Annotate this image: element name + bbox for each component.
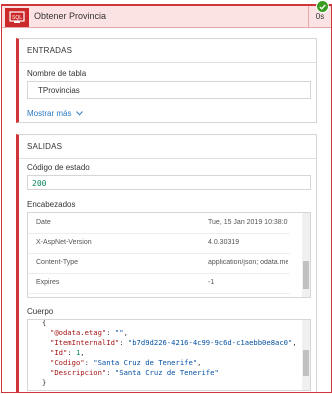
success-check-icon <box>316 0 329 13</box>
status-code-field: 200 <box>27 175 311 190</box>
code-line: { <box>42 320 47 327</box>
action-title: Obtener Provincia <box>34 11 107 21</box>
action-card: SQL Obtener Provincia 0s ENTRADAS Nombre… <box>1 4 332 393</box>
header-key: Date <box>36 219 51 226</box>
code-line: "Id": 1, <box>50 348 85 357</box>
header-value: application/json; odata.met... <box>208 259 288 266</box>
outputs-section-title: SALIDAS <box>19 135 316 159</box>
header-key: Expires <box>36 279 60 286</box>
code-line: "@odata.etag": "", <box>50 328 128 337</box>
table-row: Content-Type application/json; odata.met… <box>28 253 290 274</box>
body-label: Cuerpo <box>27 307 54 316</box>
table-name-value: TProvincias <box>38 86 80 95</box>
code-line: "Codigo": "Santa Cruz de Tenerife", <box>50 358 202 367</box>
table-row: Expires -1 <box>28 273 290 294</box>
body-code-block: { "@odata.etag": "", "ItemInternalId": "… <box>27 319 311 391</box>
code-line: "ItemInternalId": "b7d9d226-4216-4c99-9c… <box>50 338 297 347</box>
show-more-label: Mostrar más <box>27 109 72 118</box>
headers-scrollbar[interactable] <box>302 213 310 297</box>
action-header[interactable]: SQL Obtener Provincia 0s <box>2 4 331 28</box>
header-key: X-AspNet-Version <box>36 239 92 246</box>
outputs-section: SALIDAS Código de estado 200 Encabezados… <box>16 134 317 392</box>
headers-table: Date Tue, 15 Jan 2019 10:38:07 G... X-As… <box>27 212 311 298</box>
status-code-value: 200 <box>32 179 47 188</box>
chevron-down-icon <box>75 111 83 116</box>
code-line: "Descripcion": "Santa Cruz de Tenerife" <box>50 368 219 377</box>
headers-label: Encabezados <box>27 200 76 209</box>
body-scroll-thumb[interactable] <box>303 350 309 376</box>
status-code-label: Código de estado <box>27 163 90 172</box>
header-value: Tue, 15 Jan 2019 10:38:07 G... <box>208 219 288 226</box>
table-name-field: TProvincias <box>27 81 311 99</box>
sql-server-icon: SQL <box>5 8 29 27</box>
code-line: } <box>42 378 47 387</box>
inputs-section-title: ENTRADAS <box>19 39 316 63</box>
table-row: Date Tue, 15 Jan 2019 10:38:07 G... <box>28 213 290 234</box>
table-row: Content-Length 342 <box>28 293 290 297</box>
headers-scroll-thumb[interactable] <box>303 261 309 289</box>
table-name-label: Nombre de tabla <box>27 69 87 78</box>
header-value: 4.0.30319 <box>208 239 240 246</box>
svg-text:SQL: SQL <box>12 15 22 21</box>
header-value: -1 <box>208 279 215 286</box>
header-key: Content-Type <box>36 259 79 266</box>
inputs-section: ENTRADAS Nombre de tabla TProvincias Mos… <box>16 38 317 123</box>
table-row: X-AspNet-Version 4.0.30319 <box>28 233 290 254</box>
body-code-viewport: { "@odata.etag": "", "ItemInternalId": "… <box>42 320 304 390</box>
show-more-link[interactable]: Mostrar más <box>27 109 83 118</box>
body-scrollbar[interactable] <box>302 320 310 390</box>
